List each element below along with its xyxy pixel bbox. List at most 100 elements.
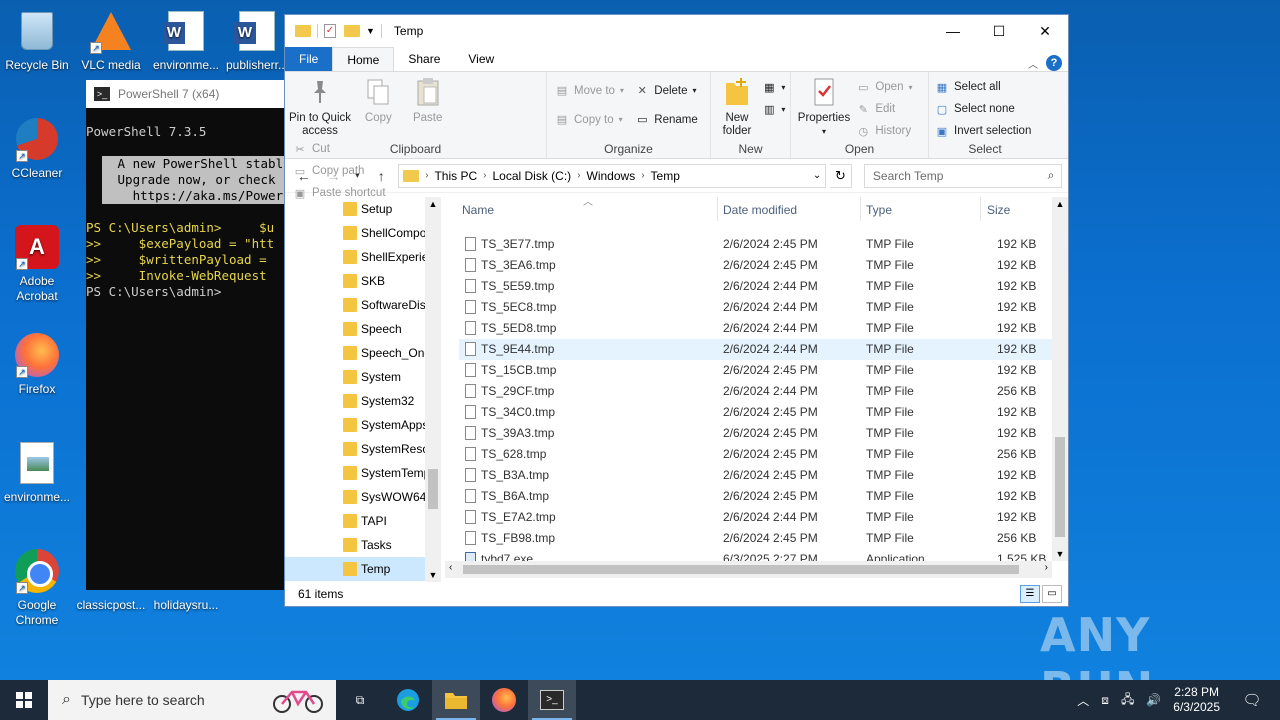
file-row[interactable]: TS_3E77.tmp 2/6/2024 2:45 PM TMP File 192 K… <box>459 234 1052 255</box>
nav-item-syswow64[interactable]: SysWOW64 <box>285 485 425 509</box>
file-list-pane[interactable]: Name ︿ Date modified Type Size TS_3E77.t… <box>445 197 1068 582</box>
delete-button[interactable]: ✕ Delete ▾ <box>635 76 697 105</box>
nav-item-softwaredistribution[interactable]: SoftwareDis <box>285 293 425 317</box>
properties-quick-icon[interactable]: ✓ <box>324 24 336 38</box>
scrollbar-thumb[interactable] <box>463 565 1019 574</box>
invert-selection-button[interactable]: ▣ Invert selection <box>935 120 1037 142</box>
tab-share[interactable]: Share <box>394 47 454 71</box>
file-row[interactable]: TS_5EC8.tmp 2/6/2024 2:44 PM TMP File 192 K… <box>459 297 1052 318</box>
desktop-icon-recycle-bin[interactable]: Recycle Bin <box>0 8 76 73</box>
file-list-vscrollbar[interactable]: ▲ ▼ <box>1052 197 1068 561</box>
file-explorer-window[interactable]: ✓ ▼ Temp — ☐ ✕ File Home Share View ︿ ? … <box>284 14 1069 607</box>
nav-item-system[interactable]: System <box>285 365 425 389</box>
new-folder-button[interactable]: New folder <box>715 76 759 138</box>
powershell-titlebar[interactable]: >_ PowerShell 7 (x64) <box>86 80 286 108</box>
nav-item-speech[interactable]: Speech <box>285 317 425 341</box>
powershell-taskbar-icon[interactable]: >_ <box>528 680 576 720</box>
volume-icon[interactable]: 🔊 <box>1146 693 1161 707</box>
close-icon[interactable]: ✕ <box>1022 15 1068 47</box>
edit-button[interactable]: ✎ Edit <box>856 98 912 120</box>
edge-icon[interactable] <box>384 680 432 720</box>
breadcrumb-local-disk[interactable]: Local Disk (C:) <box>492 169 571 183</box>
details-view-icon[interactable]: ☰ <box>1020 585 1040 603</box>
customize-quick-access-icon[interactable]: ▼ <box>366 26 375 36</box>
tab-view[interactable]: View <box>454 47 508 71</box>
tab-home[interactable]: Home <box>332 47 395 71</box>
start-button[interactable] <box>0 680 48 720</box>
nav-item-skb[interactable]: SKB <box>285 269 425 293</box>
scrollbar-thumb[interactable] <box>1055 437 1065 537</box>
search-box[interactable]: Search Temp ⌕ <box>863 163 1063 188</box>
select-none-button[interactable]: ▢ Select none <box>935 98 1037 120</box>
chevron-up-icon[interactable]: ︿ <box>1077 692 1089 709</box>
maximize-icon[interactable]: ☐ <box>976 15 1022 47</box>
notifications-icon[interactable]: 🗨 <box>1232 691 1272 709</box>
taskbar-search[interactable]: ⌕ Type here to search <box>48 680 336 720</box>
column-header-date[interactable]: Date modified <box>723 203 797 217</box>
nav-item-shellcomponents[interactable]: ShellCompo <box>285 221 425 245</box>
address-dropdown-icon[interactable]: ⌄ <box>809 170 825 181</box>
history-button[interactable]: ◷ History <box>856 120 912 142</box>
nav-item-tasks[interactable]: Tasks <box>285 533 425 557</box>
file-row[interactable]: TS_628.tmp 2/6/2024 2:45 PM TMP File 256 KB <box>459 444 1052 465</box>
powershell-window[interactable]: >_ PowerShell 7 (x64) PowerShell 7.3.5 A… <box>86 80 286 590</box>
desktop-icon-holidaysru[interactable]: holidaysru... <box>147 598 225 613</box>
nav-item-system32[interactable]: System32 <box>285 389 425 413</box>
nav-item-temp[interactable]: Temp <box>285 557 425 581</box>
breadcrumb-this-pc[interactable]: This PC <box>434 169 477 183</box>
file-list-hscrollbar[interactable]: ‹ › <box>445 561 1052 578</box>
nav-item-setup[interactable]: Setup <box>285 197 425 221</box>
paste-button[interactable]: Paste <box>406 76 450 125</box>
file-row[interactable]: TS_29CF.tmp 2/6/2024 2:44 PM TMP File 256 K… <box>459 381 1052 402</box>
move-to-button[interactable]: ▤ Move to ▾ <box>555 76 624 105</box>
explorer-titlebar[interactable]: ✓ ▼ Temp — ☐ ✕ <box>285 15 1068 47</box>
clock[interactable]: 2:28 PM 6/3/2025 <box>1173 685 1220 715</box>
pin-to-quick-access-button[interactable]: Pin to Quick access <box>289 76 351 138</box>
desktop-icon-vlc[interactable]: ↗ VLC media <box>72 8 150 73</box>
address-bar[interactable]: › This PC › Local Disk (C:) › Windows › … <box>398 163 827 188</box>
nav-item-tapi[interactable]: TAPI <box>285 509 425 533</box>
select-all-button[interactable]: ▦ Select all <box>935 76 1037 98</box>
large-icons-view-icon[interactable]: ▭ <box>1042 585 1062 603</box>
nav-item-shellexperiences[interactable]: ShellExperie <box>285 245 425 269</box>
breadcrumb-temp[interactable]: Temp <box>651 169 680 183</box>
copy-to-button[interactable]: ▤ Copy to ▾ <box>555 105 624 134</box>
scrollbar-thumb[interactable] <box>428 469 438 509</box>
firefox-taskbar-icon[interactable] <box>480 680 528 720</box>
network-icon[interactable]: 🖧 <box>1121 690 1134 711</box>
powershell-console[interactable]: PowerShell 7.3.5 A new PowerShell stabl … <box>86 108 286 590</box>
scroll-up-icon[interactable]: ▲ <box>1052 197 1068 209</box>
desktop-icon-adobe-acrobat[interactable]: A ↗ Adobe Acrobat <box>0 224 76 304</box>
navigation-pane[interactable]: Setup ShellCompo ShellExperie SKB Softwa… <box>285 197 441 582</box>
help-icon[interactable]: ? <box>1046 55 1062 71</box>
file-row[interactable]: TS_15CB.tmp 2/6/2024 2:45 PM TMP File 192 K… <box>459 360 1052 381</box>
desktop-icon-firefox[interactable]: ↗ Firefox <box>0 332 76 397</box>
file-explorer-taskbar-icon[interactable] <box>432 680 480 720</box>
new-item-icon[interactable]: ▦ ▾ <box>762 76 785 98</box>
desktop-icon-chrome[interactable]: ↗ Google Chrome <box>0 548 76 628</box>
file-row[interactable]: TS_B3A.tmp 2/6/2024 2:45 PM TMP File 192 KB <box>459 465 1052 486</box>
scroll-down-icon[interactable]: ▼ <box>1052 549 1068 559</box>
tab-file[interactable]: File <box>285 47 333 71</box>
rename-button[interactable]: ▭ Rename <box>635 105 698 134</box>
desktop-icon-ccleaner[interactable]: ↗ CCleaner <box>0 116 76 181</box>
file-row[interactable]: TS_5E59.tmp 2/6/2024 2:44 PM TMP File 192 K… <box>459 276 1052 297</box>
nav-item-systemtemp[interactable]: SystemTemp <box>285 461 425 485</box>
file-row[interactable]: TS_3EA6.tmp 2/6/2024 2:45 PM TMP File 192 K… <box>459 255 1052 276</box>
breadcrumb-windows[interactable]: Windows <box>587 169 636 183</box>
file-row[interactable]: TS_9E44.tmp 2/6/2024 2:44 PM TMP File 192 K… <box>459 339 1052 360</box>
file-row[interactable]: TS_5ED8.tmp 2/6/2024 2:44 PM TMP File 192 K… <box>459 318 1052 339</box>
refresh-icon[interactable]: ↻ <box>830 163 852 188</box>
scroll-left-icon[interactable]: ‹ <box>449 562 452 573</box>
task-view-icon[interactable]: ⧉ <box>336 680 384 720</box>
minimize-icon[interactable]: — <box>930 15 976 47</box>
open-button[interactable]: ▭ Open ▾ <box>856 76 912 98</box>
scroll-up-icon[interactable]: ▲ <box>425 197 441 209</box>
collapse-ribbon-icon[interactable]: ︿ <box>1028 56 1038 71</box>
copy-path-button[interactable]: ▭ Copy path <box>293 160 386 182</box>
nav-item-systemresources[interactable]: SystemReso <box>285 437 425 461</box>
column-header-size[interactable]: Size <box>987 203 1010 217</box>
properties-button[interactable]: Properties ▾ <box>795 76 853 138</box>
copy-button[interactable]: Copy <box>354 76 402 125</box>
desktop-icon-classicpost[interactable]: classicpost... <box>72 598 150 613</box>
